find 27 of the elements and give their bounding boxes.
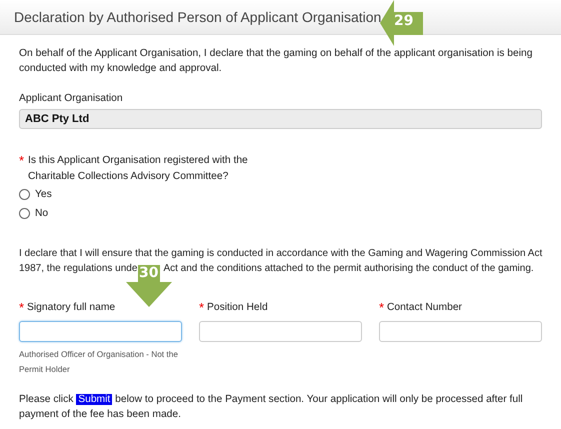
required-mark: * (19, 300, 26, 316)
declaration-text: 1987, the regulations unde (19, 262, 138, 276)
radio-button[interactable] (19, 208, 30, 219)
field-hint: Authorised Officer of Organisation - Not the Permit Holder (19, 348, 179, 376)
declaration-text: Act and the conditions attached to the permit authorising the conduct of the gaming. (163, 262, 534, 276)
input-field[interactable] (199, 321, 362, 342)
callout-number: 29 (394, 14, 414, 29)
required-mark: * (19, 153, 26, 170)
section-title: Declaration by Authorised Person of Applicant Organisation (14, 10, 382, 24)
input-field[interactable] (379, 321, 542, 342)
field-label: Applicant Organisation (19, 92, 124, 106)
field-label: Contact Number (387, 301, 462, 315)
submit-note: Please click Submit below to proceed to the Payment section. Your application will only be processed after full payment of the fee has been made. (19, 393, 524, 422)
field-label: Signatory full name (27, 301, 116, 315)
radio-label[interactable]: No (35, 206, 48, 221)
field-label: Position Held (207, 301, 268, 315)
organisation-field: ABC Pty Ltd (19, 109, 542, 129)
required-mark: * (199, 300, 206, 316)
callout-arrow (380, 0, 423, 46)
input-field[interactable] (19, 321, 182, 342)
radio-button[interactable] (19, 189, 30, 200)
declaration-text: I declare that I will ensure that the gaming is conducted in accordance with the Gaming and Wagering Commission Act (19, 247, 542, 261)
intro-paragraph: On behalf of the Applicant Organisation, I declare that the gaming on behalf of the applicant organisation is being conducted with my knowledge and approval. (19, 47, 534, 76)
question-text: Is this Applicant Organisation registered with the Charitable Collections Advisory Committee? (28, 154, 249, 184)
callout-number: 30 (139, 266, 158, 281)
radio-label[interactable]: Yes (35, 187, 52, 202)
required-mark: * (379, 300, 386, 316)
